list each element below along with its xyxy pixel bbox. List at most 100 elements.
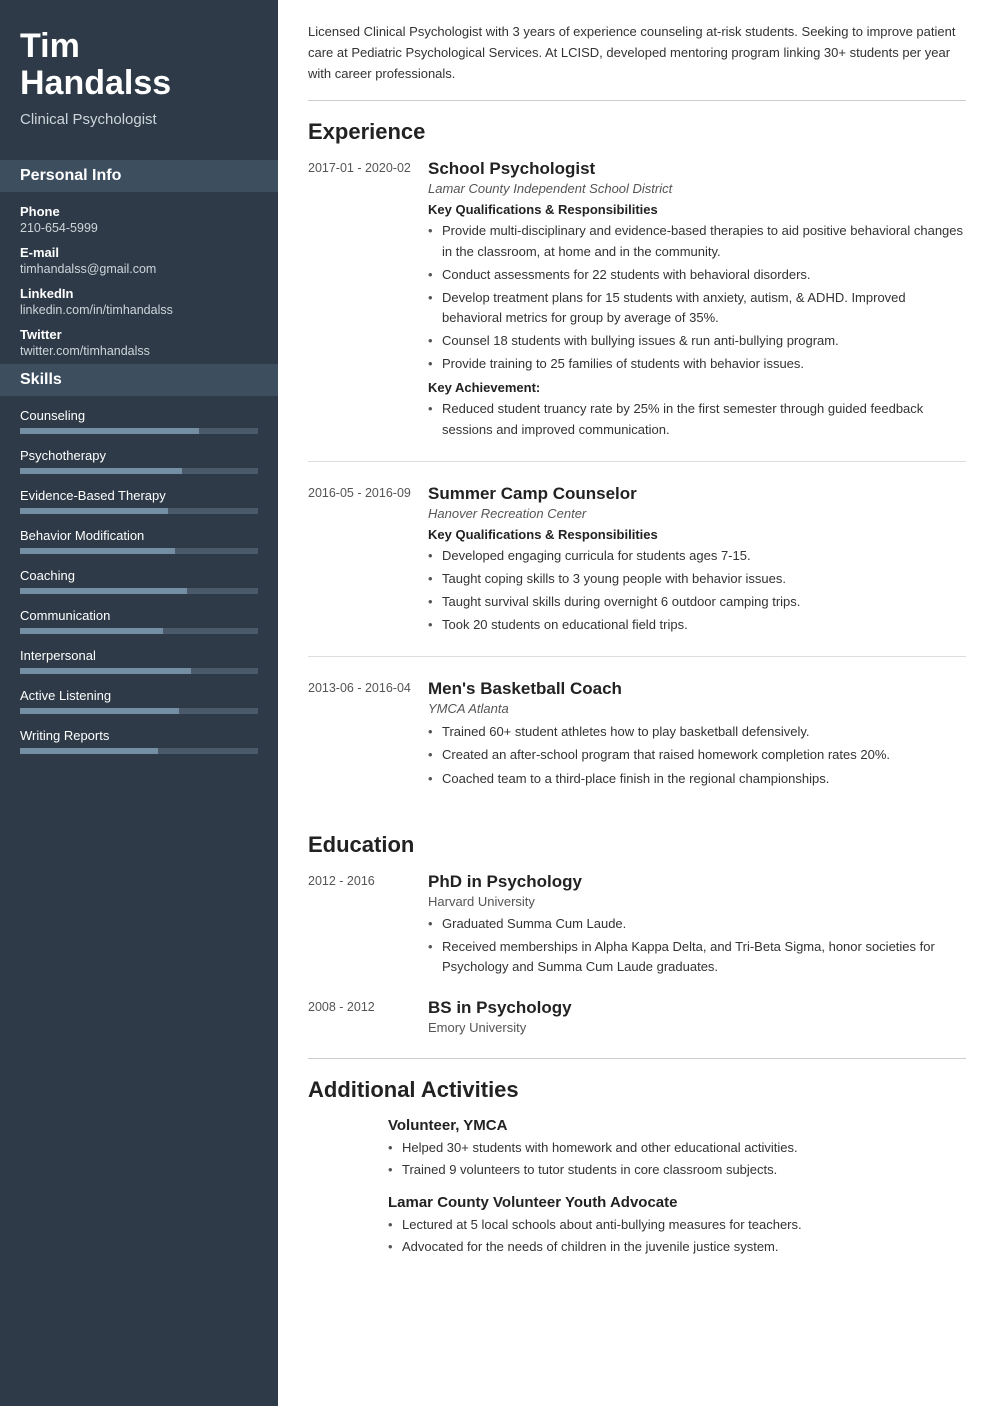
- twitter-value: twitter.com/timhandalss: [20, 344, 258, 358]
- education-item: 2012 - 2016 PhD in Psychology Harvard Un…: [308, 872, 966, 980]
- achievement-bullet: Reduced student truancy rate by 25% in t…: [428, 399, 966, 439]
- education-item: 2008 - 2012 BS in Psychology Emory Unive…: [308, 998, 966, 1040]
- bullet: Created an after-school program that rai…: [428, 745, 966, 765]
- achievement-label: Key Achievement:: [428, 380, 966, 395]
- email-label: E-mail: [20, 245, 258, 260]
- skill-name: Communication: [20, 608, 258, 623]
- skill-bar-bg: [20, 708, 258, 714]
- summary-text: Licensed Clinical Psychologist with 3 ye…: [308, 22, 966, 101]
- skill-bar-fill: [20, 748, 158, 754]
- activity-bullet: Trained 9 volunteers to tutor students i…: [388, 1160, 966, 1180]
- bullet: Coached team to a third-place finish in …: [428, 769, 966, 789]
- skill-bar-bg: [20, 588, 258, 594]
- experience-title: Experience: [308, 119, 966, 145]
- skill-bar-fill: [20, 668, 191, 674]
- skill-bar-fill: [20, 508, 168, 514]
- skill-bar-bg: [20, 428, 258, 434]
- qualifications-label: Key Qualifications & Responsibilities: [428, 527, 966, 542]
- edu-bullet: Graduated Summa Cum Laude.: [428, 914, 966, 934]
- skills-section: Skills Counseling Psychotherapy Evidence…: [0, 364, 278, 778]
- activity-bullets: Helped 30+ students with homework and ot…: [388, 1138, 966, 1180]
- achievement-list: Reduced student truancy rate by 25% in t…: [428, 399, 966, 439]
- experience-item: 2016-05 - 2016-09 Summer Camp Counselor …: [308, 484, 966, 658]
- exp-date: 2017-01 - 2020-02: [308, 159, 428, 442]
- skill-bar-bg: [20, 668, 258, 674]
- skill-name: Behavior Modification: [20, 528, 258, 543]
- activity-bullets: Lectured at 5 local schools about anti-b…: [388, 1215, 966, 1257]
- skill-bar-bg: [20, 748, 258, 754]
- exp-company: Hanover Recreation Center: [428, 506, 966, 521]
- edu-degree: BS in Psychology: [428, 998, 966, 1018]
- exp-content: School Psychologist Lamar County Indepen…: [428, 159, 966, 442]
- education-title: Education: [308, 832, 966, 858]
- skill-bar-bg: [20, 508, 258, 514]
- skills-list: Counseling Psychotherapy Evidence-Based …: [20, 408, 258, 754]
- skill-name: Coaching: [20, 568, 258, 583]
- skill-item: Interpersonal: [20, 648, 258, 674]
- exp-date: 2013-06 - 2016-04: [308, 679, 428, 791]
- bullet: Provide training to 25 families of stude…: [428, 354, 966, 374]
- sidebar: Tim Handalss Clinical Psychologist Perso…: [0, 0, 278, 1406]
- personal-info-section: Personal Info Phone 210-654-5999 E-mail …: [0, 146, 278, 364]
- experience-item: 2017-01 - 2020-02 School Psychologist La…: [308, 159, 966, 461]
- edu-school: Harvard University: [428, 894, 966, 909]
- activities-section: Additional Activities Volunteer, YMCA He…: [308, 1058, 966, 1258]
- skill-bar-bg: [20, 468, 258, 474]
- qualifications-label: Key Qualifications & Responsibilities: [428, 202, 966, 217]
- skill-name: Active Listening: [20, 688, 258, 703]
- skill-bar-fill: [20, 708, 179, 714]
- edu-school: Emory University: [428, 1020, 966, 1035]
- bullet: Developed engaging curricula for student…: [428, 546, 966, 566]
- skill-item: Evidence-Based Therapy: [20, 488, 258, 514]
- bullet: Took 20 students on educational field tr…: [428, 615, 966, 635]
- skill-bar-bg: [20, 548, 258, 554]
- skill-name: Psychotherapy: [20, 448, 258, 463]
- activity-title: Volunteer, YMCA: [388, 1117, 966, 1134]
- bullet: Conduct assessments for 22 students with…: [428, 265, 966, 285]
- exp-bullets: Trained 60+ student athletes how to play…: [428, 722, 966, 788]
- skill-bar-fill: [20, 548, 175, 554]
- activities-title: Additional Activities: [308, 1077, 966, 1103]
- exp-bullets: Provide multi-disciplinary and evidence-…: [428, 221, 966, 374]
- edu-bullet: Received memberships in Alpha Kappa Delt…: [428, 937, 966, 977]
- email-value: timhandalss@gmail.com: [20, 262, 258, 276]
- edu-degree: PhD in Psychology: [428, 872, 966, 892]
- activity-title: Lamar County Volunteer Youth Advocate: [388, 1194, 966, 1211]
- skills-title: Skills: [0, 364, 278, 396]
- skill-item: Writing Reports: [20, 728, 258, 754]
- skill-bar-bg: [20, 628, 258, 634]
- bullet: Develop treatment plans for 15 students …: [428, 288, 966, 328]
- skill-item: Active Listening: [20, 688, 258, 714]
- skill-item: Communication: [20, 608, 258, 634]
- exp-bullets: Developed engaging curricula for student…: [428, 546, 966, 636]
- edu-content: BS in Psychology Emory University: [428, 998, 966, 1040]
- edu-date: 2012 - 2016: [308, 872, 428, 980]
- activity-bullet: Lectured at 5 local schools about anti-b…: [388, 1215, 966, 1235]
- skill-name: Interpersonal: [20, 648, 258, 663]
- candidate-name: Tim Handalss: [20, 28, 258, 103]
- activities-list: Volunteer, YMCA Helped 30+ students with…: [308, 1117, 966, 1258]
- phone-value: 210-654-5999: [20, 221, 258, 235]
- phone-label: Phone: [20, 204, 258, 219]
- skill-bar-fill: [20, 428, 199, 434]
- education-section: Education 2012 - 2016 PhD in Psychology …: [308, 832, 966, 1040]
- bullet: Provide multi-disciplinary and evidence-…: [428, 221, 966, 261]
- education-list: 2012 - 2016 PhD in Psychology Harvard Un…: [308, 872, 966, 1040]
- edu-bullets: Graduated Summa Cum Laude. Received membe…: [428, 914, 966, 977]
- linkedin-value: linkedin.com/in/timhandalss: [20, 303, 258, 317]
- skill-name: Writing Reports: [20, 728, 258, 743]
- activity-bullet: Helped 30+ students with homework and ot…: [388, 1138, 966, 1158]
- experience-list: 2017-01 - 2020-02 School Psychologist La…: [308, 159, 966, 809]
- exp-job-title: School Psychologist: [428, 159, 966, 179]
- exp-content: Men's Basketball Coach YMCA Atlanta Trai…: [428, 679, 966, 791]
- experience-item: 2013-06 - 2016-04 Men's Basketball Coach…: [308, 679, 966, 809]
- exp-company: Lamar County Independent School District: [428, 181, 966, 196]
- skill-bar-fill: [20, 468, 182, 474]
- exp-job-title: Summer Camp Counselor: [428, 484, 966, 504]
- bullet: Trained 60+ student athletes how to play…: [428, 722, 966, 742]
- activity-item: Lamar County Volunteer Youth Advocate Le…: [308, 1194, 966, 1257]
- linkedin-label: LinkedIn: [20, 286, 258, 301]
- experience-section: Experience 2017-01 - 2020-02 School Psyc…: [308, 119, 966, 809]
- personal-info-title: Personal Info: [0, 160, 278, 192]
- exp-job-title: Men's Basketball Coach: [428, 679, 966, 699]
